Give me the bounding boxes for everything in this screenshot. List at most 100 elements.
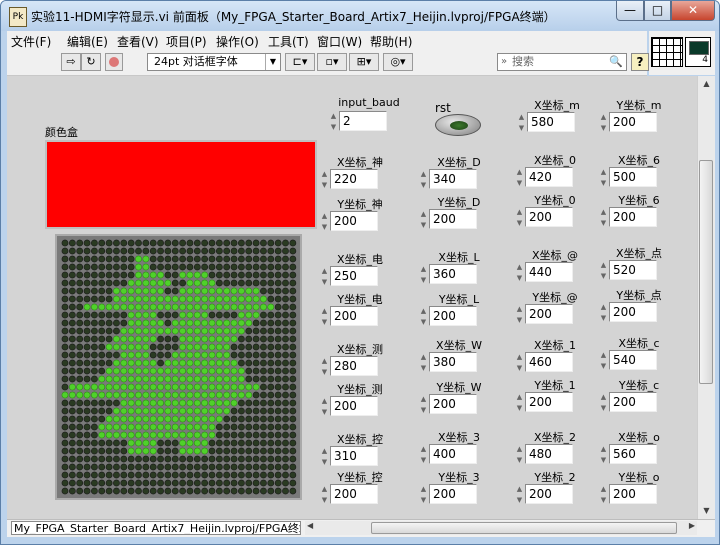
increment-arrow-icon[interactable]: ▲ [515, 167, 524, 178]
increment-decrement-spinner[interactable]: ▲ ▼ [515, 207, 524, 229]
increment-decrement-spinner[interactable]: ▲ ▼ [599, 167, 608, 189]
increment-arrow-icon[interactable]: ▲ [419, 264, 428, 275]
connector-pane-icon[interactable] [651, 37, 683, 67]
numeric-value-field[interactable]: 200 [609, 207, 657, 227]
menu-edit[interactable]: 编辑(E) [67, 33, 108, 50]
scroll-left-icon[interactable]: ◀ [307, 521, 313, 530]
decrement-arrow-icon[interactable]: ▼ [515, 178, 524, 189]
increment-decrement-spinner[interactable]: ▲ ▼ [599, 392, 608, 414]
decrement-arrow-icon[interactable]: ▼ [419, 363, 428, 374]
increment-decrement-spinner[interactable]: ▲ ▼ [515, 304, 524, 326]
numeric-value-field[interactable]: 200 [525, 207, 573, 227]
numeric-value-field[interactable]: 200 [330, 484, 378, 504]
distribute-objects-icon[interactable]: ▫▾ [317, 53, 347, 71]
numeric-value-field[interactable]: 200 [330, 396, 378, 416]
increment-arrow-icon[interactable]: ▲ [419, 484, 428, 495]
numeric-value-field[interactable]: 340 [429, 169, 477, 189]
increment-arrow-icon[interactable]: ▲ [599, 392, 608, 403]
numeric-value-field[interactable]: 200 [429, 394, 477, 414]
increment-arrow-icon[interactable]: ▲ [320, 356, 329, 367]
scroll-down-icon[interactable]: ▼ [698, 503, 715, 519]
increment-decrement-spinner[interactable]: ▲ ▼ [320, 169, 329, 191]
decrement-arrow-icon[interactable]: ▼ [320, 407, 329, 418]
increment-decrement-spinner[interactable]: ▲ ▼ [515, 352, 524, 374]
decrement-arrow-icon[interactable]: ▼ [515, 403, 524, 414]
numeric-value-field[interactable]: 500 [609, 167, 657, 187]
increment-arrow-icon[interactable]: ▲ [419, 306, 428, 317]
increment-decrement-spinner[interactable]: ▲ ▼ [320, 446, 329, 468]
decrement-arrow-icon[interactable]: ▼ [419, 495, 428, 506]
menu-view[interactable]: 查看(V) [117, 33, 159, 50]
menu-file[interactable]: 文件(F) [11, 33, 51, 50]
decrement-arrow-icon[interactable]: ▼ [599, 218, 608, 229]
increment-arrow-icon[interactable]: ▲ [599, 207, 608, 218]
numeric-value-field[interactable]: 400 [429, 444, 477, 464]
increment-decrement-spinner[interactable]: ▲ ▼ [320, 266, 329, 288]
numeric-value-field[interactable]: 360 [429, 264, 477, 284]
increment-arrow-icon[interactable]: ▲ [419, 169, 428, 180]
increment-arrow-icon[interactable]: ▲ [515, 304, 524, 315]
increment-arrow-icon[interactable]: ▲ [329, 111, 338, 122]
increment-decrement-spinner[interactable]: ▲ ▼ [329, 111, 338, 133]
numeric-value-field[interactable]: 420 [525, 167, 573, 187]
decrement-arrow-icon[interactable]: ▼ [320, 277, 329, 288]
menu-help[interactable]: 帮助(H) [370, 33, 412, 50]
numeric-value-field[interactable]: 280 [330, 356, 378, 376]
increment-decrement-spinner[interactable]: ▲ ▼ [419, 169, 428, 191]
increment-arrow-icon[interactable]: ▲ [515, 262, 524, 273]
decrement-arrow-icon[interactable]: ▼ [515, 363, 524, 374]
vertical-scroll-thumb[interactable] [699, 160, 713, 384]
increment-arrow-icon[interactable]: ▲ [320, 266, 329, 277]
color-box[interactable] [45, 140, 317, 229]
project-target-path[interactable]: My_FPGA_Starter_Board_Artix7_Heijin.lvpr… [11, 521, 301, 535]
numeric-value-field[interactable]: 250 [330, 266, 378, 286]
decrement-arrow-icon[interactable]: ▼ [320, 495, 329, 506]
increment-arrow-icon[interactable]: ▲ [599, 112, 608, 123]
font-select[interactable]: 24pt 对话框字体 ▼ [147, 53, 281, 71]
increment-arrow-icon[interactable]: ▲ [517, 112, 526, 123]
decrement-arrow-icon[interactable]: ▼ [515, 218, 524, 229]
increment-arrow-icon[interactable]: ▲ [599, 350, 608, 361]
increment-decrement-spinner[interactable]: ▲ ▼ [320, 396, 329, 418]
minimize-button[interactable]: — [616, 1, 644, 21]
increment-arrow-icon[interactable]: ▲ [515, 207, 524, 218]
increment-arrow-icon[interactable]: ▲ [515, 392, 524, 403]
increment-arrow-icon[interactable]: ▲ [419, 444, 428, 455]
maximize-button[interactable]: □ [644, 1, 671, 21]
decrement-arrow-icon[interactable]: ▼ [419, 455, 428, 466]
increment-arrow-icon[interactable]: ▲ [419, 209, 428, 220]
decrement-arrow-icon[interactable]: ▼ [599, 178, 608, 189]
decrement-arrow-icon[interactable]: ▼ [599, 403, 608, 414]
menu-tools[interactable]: 工具(T) [268, 33, 309, 50]
numeric-value-field[interactable]: 520 [609, 260, 657, 280]
numeric-value-field[interactable]: 200 [525, 484, 573, 504]
title-bar[interactable]: Pk 实验11-HDMI字符显示.vi 前面板（My_FPGA_Starter_… [1, 1, 719, 31]
abort-stop-icon[interactable] [105, 53, 123, 71]
increment-decrement-spinner[interactable]: ▲ ▼ [320, 211, 329, 233]
decrement-arrow-icon[interactable]: ▼ [419, 317, 428, 328]
numeric-value-field[interactable]: 200 [429, 209, 477, 229]
numeric-value-field[interactable]: 2 [339, 111, 387, 131]
increment-decrement-spinner[interactable]: ▲ ▼ [320, 484, 329, 506]
decrement-arrow-icon[interactable]: ▼ [419, 275, 428, 286]
rst-button[interactable] [435, 114, 481, 136]
numeric-value-field[interactable]: 200 [609, 392, 657, 412]
increment-decrement-spinner[interactable]: ▲ ▼ [517, 112, 526, 134]
increment-decrement-spinner[interactable]: ▲ ▼ [599, 484, 608, 506]
increment-decrement-spinner[interactable]: ▲ ▼ [419, 306, 428, 328]
increment-decrement-spinner[interactable]: ▲ ▼ [599, 350, 608, 372]
decrement-arrow-icon[interactable]: ▼ [599, 495, 608, 506]
increment-arrow-icon[interactable]: ▲ [320, 396, 329, 407]
numeric-value-field[interactable]: 200 [429, 306, 477, 326]
increment-arrow-icon[interactable]: ▲ [515, 444, 524, 455]
increment-arrow-icon[interactable]: ▲ [515, 352, 524, 363]
increment-arrow-icon[interactable]: ▲ [599, 167, 608, 178]
increment-arrow-icon[interactable]: ▲ [320, 446, 329, 457]
increment-decrement-spinner[interactable]: ▲ ▼ [515, 444, 524, 466]
increment-arrow-icon[interactable]: ▲ [320, 169, 329, 180]
decrement-arrow-icon[interactable]: ▼ [599, 271, 608, 282]
increment-decrement-spinner[interactable]: ▲ ▼ [419, 264, 428, 286]
close-button[interactable]: ✕ [671, 1, 715, 21]
decrement-arrow-icon[interactable]: ▼ [320, 367, 329, 378]
numeric-value-field[interactable]: 440 [525, 262, 573, 282]
